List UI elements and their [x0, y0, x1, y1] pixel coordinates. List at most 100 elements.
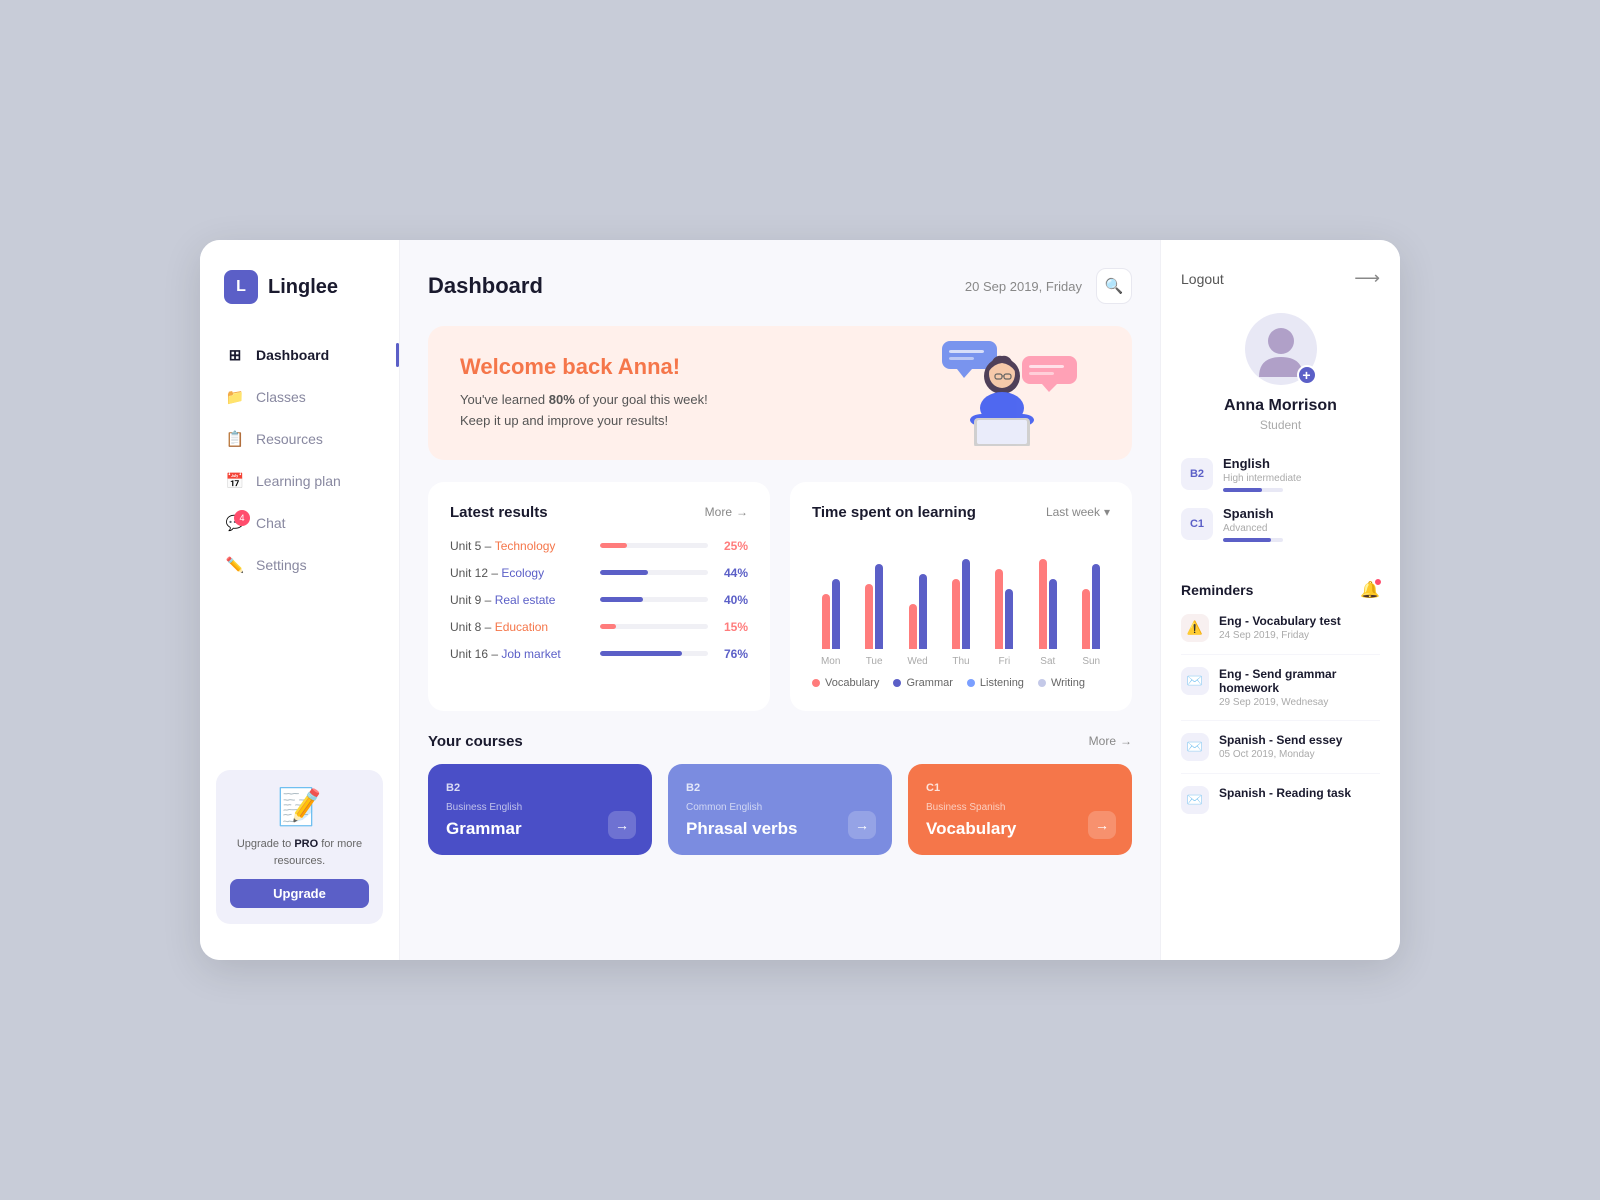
- lang-level: Advanced: [1223, 523, 1380, 534]
- course-level: C1: [926, 782, 1114, 794]
- chart-day-label: Sun: [1082, 656, 1100, 667]
- chart-day-label: Thu: [952, 656, 969, 667]
- courses-more[interactable]: More →: [1089, 734, 1132, 748]
- legend-writing: Writing: [1038, 677, 1085, 689]
- reminder-item: ⚠️ Eng - Vocabulary test 24 Sep 2019, Fr…: [1181, 614, 1380, 655]
- course-card-2[interactable]: C1 Business Spanish Vocabulary →: [908, 764, 1132, 855]
- reminders-title: Reminders: [1181, 582, 1253, 598]
- logout-icon[interactable]: ⟶: [1354, 268, 1380, 289]
- lang-fill: [1223, 488, 1262, 492]
- upgrade-button[interactable]: Upgrade: [230, 879, 369, 908]
- reminder-title: Spanish - Reading task: [1219, 786, 1380, 800]
- courses-grid: B2 Business English Grammar → B2 Common …: [428, 764, 1132, 855]
- search-button[interactable]: 🔍: [1096, 268, 1132, 304]
- chart-day-label: Mon: [821, 656, 840, 667]
- lang-progress: [1223, 538, 1283, 542]
- chart-bars: [995, 539, 1013, 649]
- vocab-bar: [952, 579, 960, 649]
- lang-badge: B2: [1181, 458, 1213, 490]
- reminder-icon: ⚠️: [1181, 614, 1209, 642]
- course-arrow[interactable]: →: [1088, 811, 1116, 839]
- writing-label: Writing: [1051, 677, 1085, 689]
- result-label: Unit 12 – Ecology: [450, 566, 590, 580]
- logo-icon: L: [224, 270, 258, 304]
- chart-bars: [1039, 539, 1057, 649]
- progress-bar: [600, 570, 708, 575]
- page-title: Dashboard: [428, 273, 543, 299]
- reminder-text: Spanish - Reading task: [1219, 786, 1380, 802]
- sidebar-item-dashboard[interactable]: ⊞ Dashboard: [212, 336, 387, 374]
- course-card-0[interactable]: B2 Business English Grammar →: [428, 764, 652, 855]
- result-row: Unit 16 – Job market 76%: [450, 647, 748, 661]
- right-panel: Logout ⟶ + Anna Morrison Student B2 Engl…: [1160, 240, 1400, 960]
- results-more[interactable]: More →: [705, 505, 748, 519]
- chart-day-label: Fri: [999, 656, 1011, 667]
- grammar-bar: [1005, 589, 1013, 649]
- chart-card: Time spent on learning Last week ▾ Mon T…: [790, 482, 1132, 711]
- progress-fill: [600, 624, 616, 629]
- reminder-text: Spanish - Send essey 05 Oct 2019, Monday: [1219, 733, 1380, 760]
- writing-dot: [1038, 679, 1046, 687]
- course-name: Vocabulary: [926, 819, 1114, 839]
- lang-progress: [1223, 488, 1283, 492]
- course-sub: Common English: [686, 802, 874, 813]
- avatar-add-button[interactable]: +: [1297, 365, 1317, 385]
- reminder-title: Eng - Vocabulary test: [1219, 614, 1380, 628]
- chart-bars: [822, 539, 840, 649]
- grammar-bar: [1049, 579, 1057, 649]
- reminder-date: 24 Sep 2019, Friday: [1219, 630, 1380, 641]
- chart-day: Sun: [1073, 539, 1110, 649]
- grammar-dot: [893, 679, 901, 687]
- chart-day-label: Wed: [907, 656, 927, 667]
- learning-plan-icon: 📅: [226, 472, 244, 490]
- sidebar-item-classes[interactable]: 📁 Classes: [212, 378, 387, 416]
- chart-day: Thu: [942, 539, 979, 649]
- header-right: 20 Sep 2019, Friday 🔍: [965, 268, 1132, 304]
- bell-wrapper: 🔔: [1360, 580, 1380, 600]
- course-arrow[interactable]: →: [608, 811, 636, 839]
- sidebar-item-settings[interactable]: ✏️ Settings: [212, 546, 387, 584]
- result-row: Unit 8 – Education 15%: [450, 620, 748, 634]
- progress-bar: [600, 597, 708, 602]
- date-display: 20 Sep 2019, Friday: [965, 279, 1082, 294]
- result-pct: 25%: [718, 539, 748, 553]
- welcome-banner: Welcome back Anna! You've learned 80% of…: [428, 326, 1132, 460]
- course-card-1[interactable]: B2 Common English Phrasal verbs →: [668, 764, 892, 855]
- results-card-header: Latest results More →: [450, 504, 748, 521]
- result-row: Unit 5 – Technology 25%: [450, 539, 748, 553]
- logout-label[interactable]: Logout: [1181, 271, 1224, 287]
- grammar-label: Grammar: [906, 677, 952, 689]
- chart-title: Time spent on learning: [812, 504, 976, 521]
- course-level: B2: [446, 782, 634, 794]
- course-level: B2: [686, 782, 874, 794]
- classes-icon: 📁: [226, 388, 244, 406]
- progress-fill: [600, 597, 643, 602]
- result-pct: 15%: [718, 620, 748, 634]
- sidebar-item-learning-plan[interactable]: 📅 Learning plan: [212, 462, 387, 500]
- reminder-item: ✉️ Spanish - Send essey 05 Oct 2019, Mon…: [1181, 733, 1380, 774]
- nav-items: ⊞ Dashboard 📁 Classes 📋 Resources 📅 Lear…: [200, 336, 399, 754]
- lang-info: Spanish Advanced: [1223, 506, 1380, 542]
- listening-dot: [967, 679, 975, 687]
- result-pct: 40%: [718, 593, 748, 607]
- lang-info: English High intermediate: [1223, 456, 1380, 492]
- reminder-date: 05 Oct 2019, Monday: [1219, 749, 1380, 760]
- legend-vocabulary: Vocabulary: [812, 677, 879, 689]
- chart-day: Sat: [1029, 539, 1066, 649]
- app-container: L Linglee ⊞ Dashboard 📁 Classes 📋 Resour…: [200, 240, 1400, 960]
- vocab-bar: [1039, 559, 1047, 649]
- course-arrow[interactable]: →: [848, 811, 876, 839]
- sidebar-item-chat[interactable]: 💬 Chat 4: [212, 504, 387, 542]
- lang-name: Spanish: [1223, 506, 1380, 521]
- grammar-bar: [1092, 564, 1100, 649]
- sidebar-item-resources[interactable]: 📋 Resources: [212, 420, 387, 458]
- sidebar-logo: L Linglee: [200, 270, 399, 336]
- result-pct: 44%: [718, 566, 748, 580]
- period-select[interactable]: Last week ▾: [1046, 505, 1110, 519]
- chart-bars: [1082, 539, 1100, 649]
- settings-icon: ✏️: [226, 556, 244, 574]
- course-name: Phrasal verbs: [686, 819, 874, 839]
- lang-badge: C1: [1181, 508, 1213, 540]
- logout-row: Logout ⟶: [1181, 268, 1380, 289]
- legend-grammar: Grammar: [893, 677, 952, 689]
